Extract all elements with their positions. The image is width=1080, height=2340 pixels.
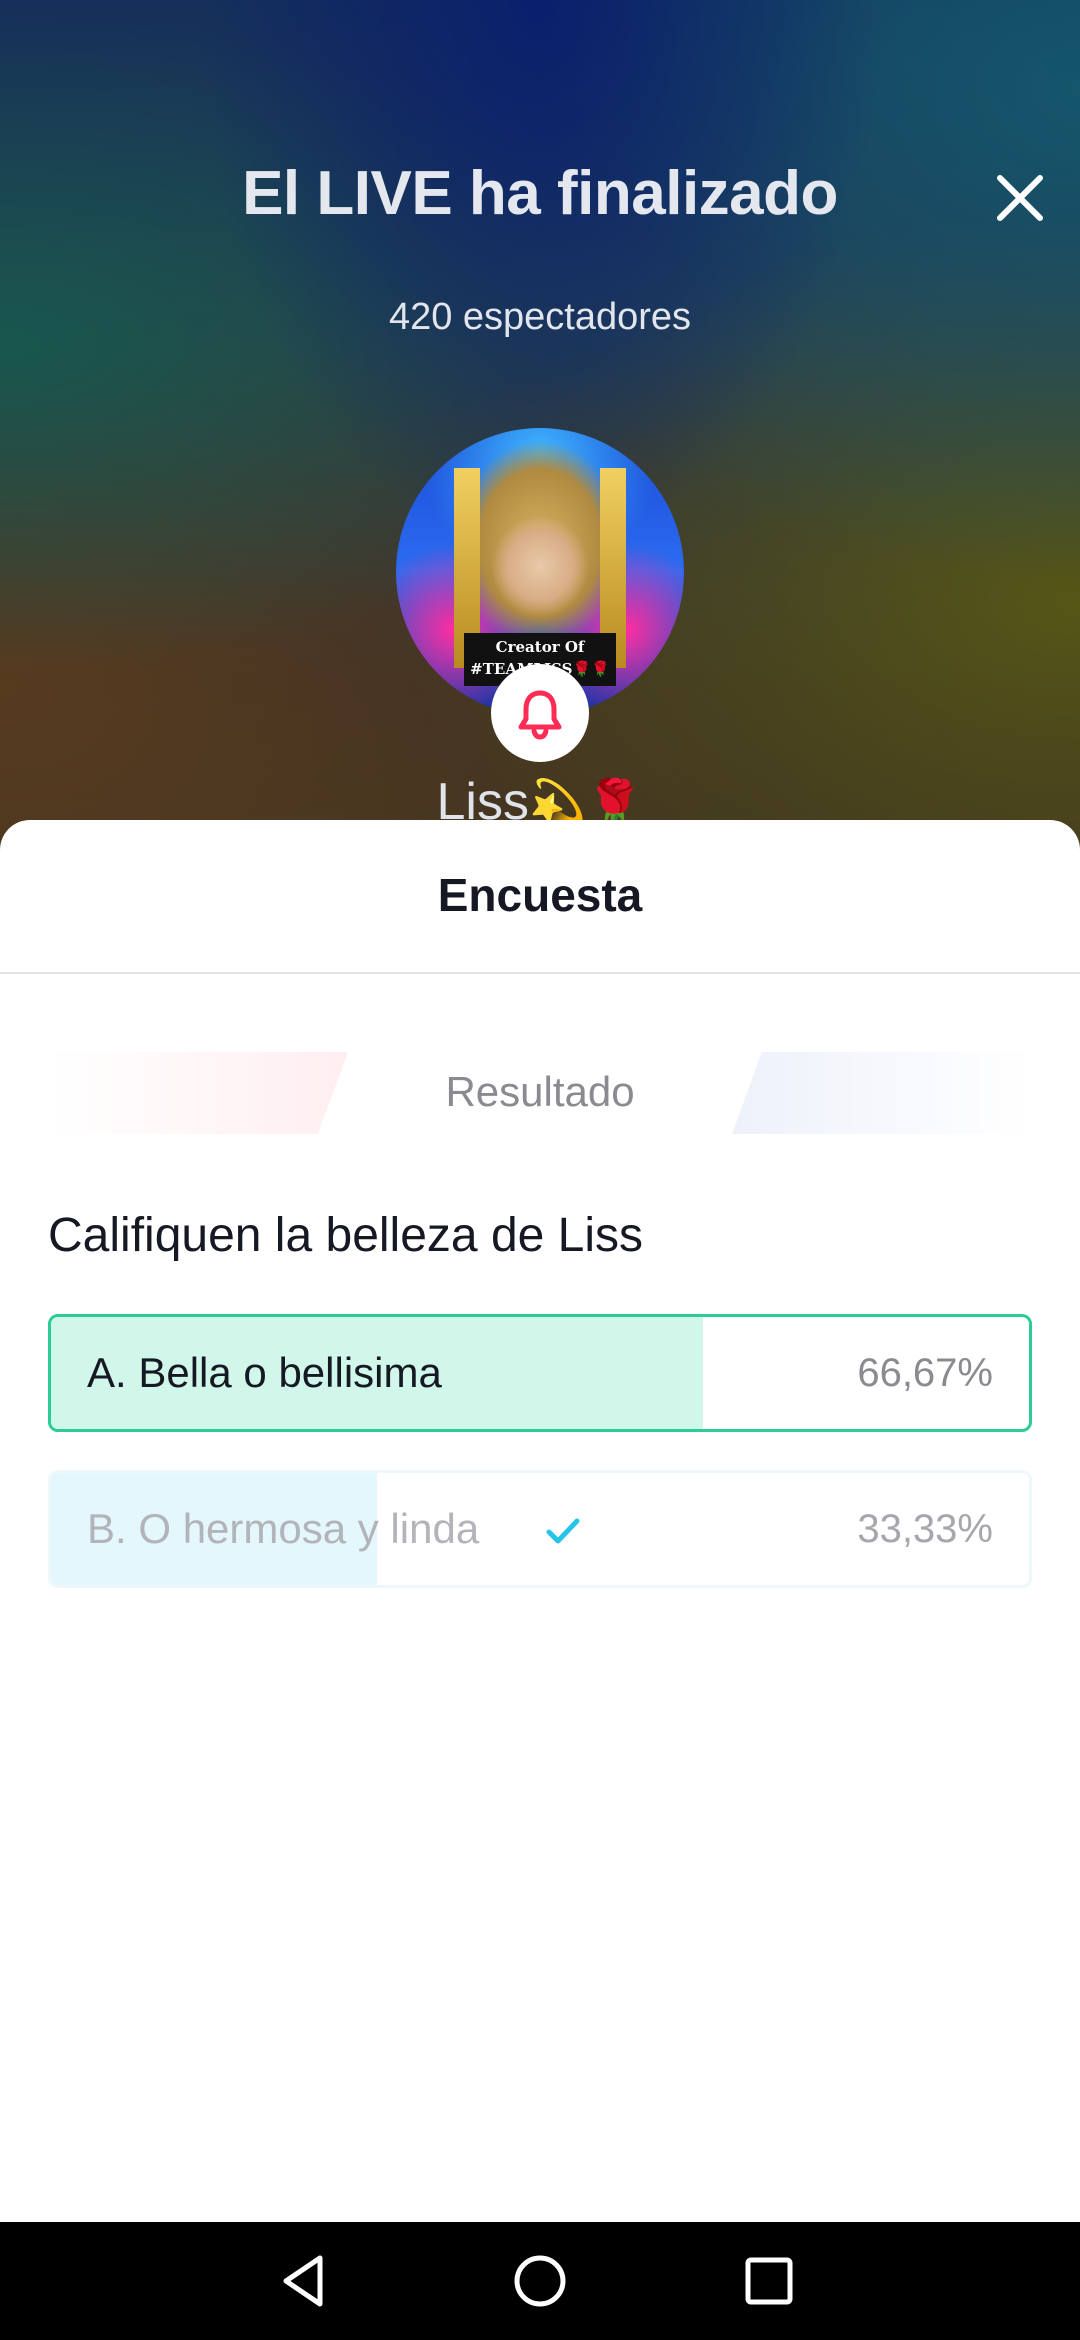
- checkmark-icon: [546, 1518, 580, 1544]
- poll-option-a-label: A. Bella o bellisima: [87, 1349, 442, 1396]
- close-button[interactable]: [990, 168, 1050, 228]
- back-button[interactable]: [272, 2248, 338, 2314]
- sheet-divider: [0, 972, 1080, 974]
- poll-option-a[interactable]: A. Bella o bellisima 66,67%: [48, 1314, 1032, 1432]
- recents-icon: [745, 2257, 793, 2305]
- home-button[interactable]: [507, 2248, 573, 2314]
- poll-option-b-label: B. O hermosa y linda: [87, 1505, 480, 1552]
- poll-option-b[interactable]: B. O hermosa y linda 33,33%: [48, 1470, 1032, 1588]
- bell-icon: [518, 690, 562, 740]
- recents-button[interactable]: [736, 2248, 802, 2314]
- follow-bell-button[interactable]: [491, 664, 589, 762]
- page-title: El LIVE ha finalizado: [242, 159, 838, 228]
- avatar-badge-line1: Creator Of: [495, 638, 585, 656]
- poll-option-a-percent: 66,67%: [857, 1350, 993, 1395]
- poll-sheet: Encuesta Resultado Califiquen la belleza…: [0, 820, 1080, 2222]
- poll-question: Califiquen la belleza de Liss: [48, 1209, 644, 1262]
- tab-resultado[interactable]: Resultado: [0, 1068, 1080, 1116]
- sheet-title: Encuesta: [437, 869, 643, 921]
- back-icon: [283, 2255, 323, 2307]
- viewer-count: 420 espectadores: [388, 296, 692, 338]
- system-nav-bar: [0, 2222, 1080, 2340]
- poll-option-b-percent: 33,33%: [857, 1506, 993, 1551]
- close-icon: [997, 175, 1043, 221]
- home-icon: [514, 2255, 566, 2307]
